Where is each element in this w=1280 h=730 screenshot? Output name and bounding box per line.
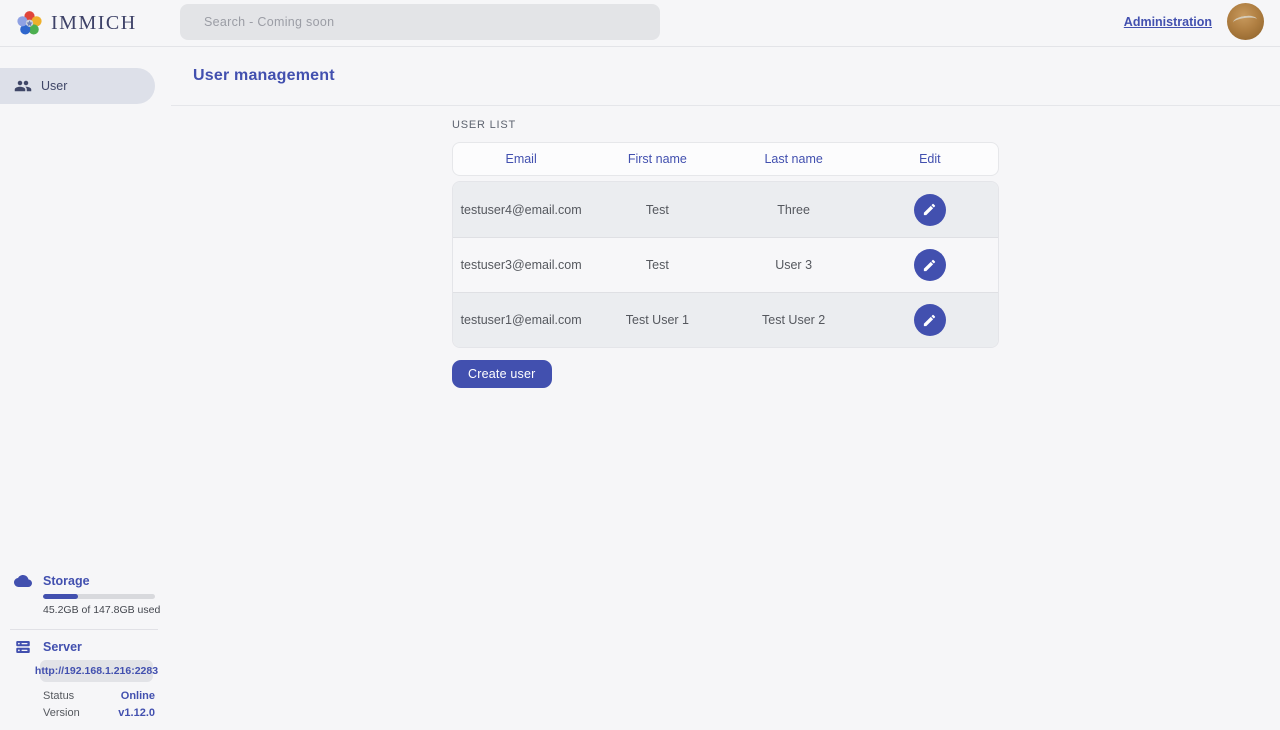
cell-last-name: Three (726, 203, 862, 217)
server-status-row: Status Online (43, 689, 155, 703)
top-header: IMMICH Administration (0, 0, 1280, 47)
cell-first-name: Test User 1 (589, 313, 725, 327)
storage-section-header: Storage (0, 572, 90, 590)
user-avatar[interactable] (1227, 3, 1264, 40)
sidebar-divider (10, 629, 158, 630)
edit-user-button[interactable] (914, 304, 946, 336)
sidebar-status-panel: Storage 45.2GB of 147.8GB used Server ht… (0, 570, 171, 730)
column-header-email: Email (453, 152, 589, 166)
server-status-label: Status (43, 690, 74, 702)
cell-email: testuser3@email.com (453, 258, 589, 272)
cell-email: testuser1@email.com (453, 313, 589, 327)
server-title: Server (43, 640, 82, 654)
pencil-icon (922, 258, 937, 273)
storage-title: Storage (43, 574, 90, 588)
user-list-label: USER LIST (452, 119, 999, 131)
cell-last-name: User 3 (726, 258, 862, 272)
sidebar-item-user-label: User (41, 79, 67, 93)
storage-usage-text: 45.2GB of 147.8GB used (43, 604, 160, 616)
user-list-section: USER LIST Email First name Last name Edi… (452, 106, 999, 388)
cell-first-name: Test (589, 258, 725, 272)
user-table-body: testuser4@email.com Test Three testuser3… (452, 181, 999, 348)
table-row: testuser4@email.com Test Three (453, 182, 998, 237)
server-status-value: Online (121, 690, 155, 702)
users-icon (14, 77, 32, 95)
cloud-icon (14, 572, 32, 590)
main-content: User management USER LIST Email First na… (171, 47, 1280, 730)
cell-first-name: Test (589, 203, 725, 217)
brand[interactable]: IMMICH (16, 0, 137, 47)
column-header-edit: Edit (862, 152, 998, 166)
sidebar: User Storage 45.2GB of 147.8GB used S (0, 47, 171, 730)
server-version-row: Version v1.12.0 (43, 706, 155, 720)
table-row: testuser3@email.com Test User 3 (453, 237, 998, 292)
create-user-button[interactable]: Create user (452, 360, 552, 388)
cell-email: testuser4@email.com (453, 203, 589, 217)
server-version-label: Version (43, 707, 80, 719)
pencil-icon (922, 313, 937, 328)
main-header: User management (171, 47, 1280, 106)
storage-progress-bar (43, 594, 155, 599)
search-input[interactable] (180, 4, 660, 40)
table-row: testuser1@email.com Test User 1 Test Use… (453, 292, 998, 347)
storage-progress-fill (43, 594, 78, 599)
user-table-header: Email First name Last name Edit (452, 142, 999, 176)
server-icon (14, 638, 32, 656)
column-header-last-name: Last name (726, 152, 862, 166)
server-section-header: Server (0, 638, 82, 656)
edit-user-button[interactable] (914, 194, 946, 226)
administration-link[interactable]: Administration (1124, 15, 1212, 29)
brand-name: IMMICH (51, 12, 137, 35)
column-header-first-name: First name (589, 152, 725, 166)
sidebar-item-user[interactable]: User (0, 68, 155, 104)
cell-last-name: Test User 2 (726, 313, 862, 327)
server-url-badge: http://192.168.1.216:2283 (40, 660, 153, 682)
immich-flower-logo-icon (16, 10, 43, 37)
pencil-icon (922, 202, 937, 217)
page-title: User management (193, 67, 335, 85)
edit-user-button[interactable] (914, 249, 946, 281)
server-version-value: v1.12.0 (118, 707, 155, 719)
